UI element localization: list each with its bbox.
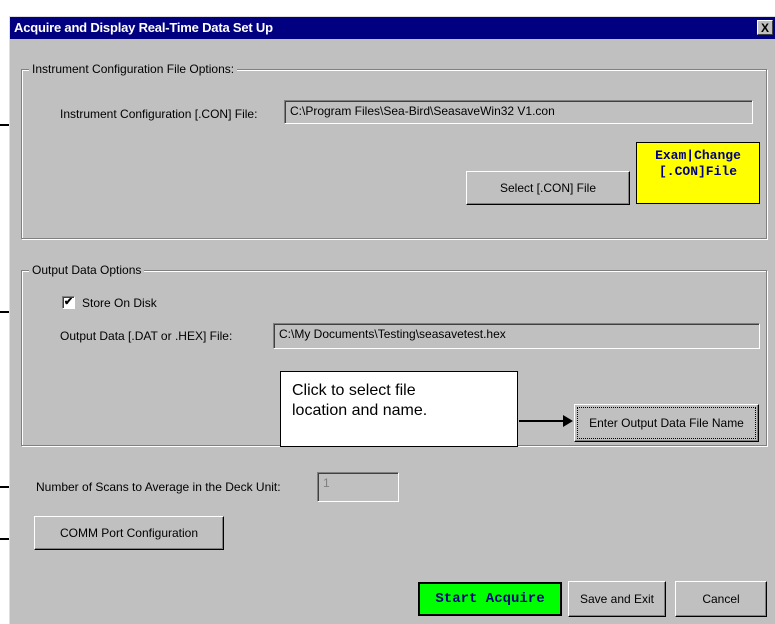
select-con-file-button[interactable]: Select [.CON] File xyxy=(466,171,630,205)
output-file-label: Output Data [.DAT or .HEX] File: xyxy=(60,329,233,343)
output-data-legend: Output Data Options xyxy=(29,263,145,277)
close-button[interactable]: X xyxy=(757,20,773,35)
callout-arrow xyxy=(519,415,573,427)
setup-dialog: Acquire and Display Real-Time Data Set U… xyxy=(9,16,775,624)
exam-change-con-button[interactable]: Exam|Change [.CON]File xyxy=(636,142,760,204)
scans-field[interactable]: 1 xyxy=(317,472,399,502)
store-on-disk-label: Store On Disk xyxy=(82,296,157,310)
callout-line2: location and name. xyxy=(292,402,428,419)
con-file-label: Instrument Configuration [.CON] File: xyxy=(60,107,258,121)
con-file-field[interactable]: C:\Program Files\Sea-Bird\SeasaveWin32 V… xyxy=(284,100,753,124)
start-acquire-button[interactable]: Start Acquire xyxy=(418,582,562,616)
output-data-group: Output Data Options ✔ Store On Disk Outp… xyxy=(21,263,767,447)
store-on-disk-checkbox[interactable]: ✔ xyxy=(62,296,75,309)
title-bar: Acquire and Display Real-Time Data Set U… xyxy=(10,17,775,39)
window-title: Acquire and Display Real-Time Data Set U… xyxy=(14,20,273,35)
output-file-field[interactable]: C:\My Documents\Testing\seasavetest.hex xyxy=(273,323,760,349)
instrument-config-group: Instrument Configuration File Options: I… xyxy=(21,62,767,239)
cancel-button[interactable]: Cancel xyxy=(675,581,767,617)
save-and-exit-button[interactable]: Save and Exit xyxy=(568,581,666,617)
callout-note: Click to select file location and name. xyxy=(280,371,518,447)
exam-change-line1: Exam|Change xyxy=(655,148,741,163)
exam-change-line2: [.CON]File xyxy=(658,164,737,179)
comm-port-configuration-button[interactable]: COMM Port Configuration xyxy=(34,516,224,550)
callout-line1: Click to select file xyxy=(292,382,416,399)
instrument-config-legend: Instrument Configuration File Options: xyxy=(29,62,238,76)
scans-label: Number of Scans to Average in the Deck U… xyxy=(36,480,281,494)
enter-output-file-name-button[interactable]: Enter Output Data File Name xyxy=(574,404,759,442)
